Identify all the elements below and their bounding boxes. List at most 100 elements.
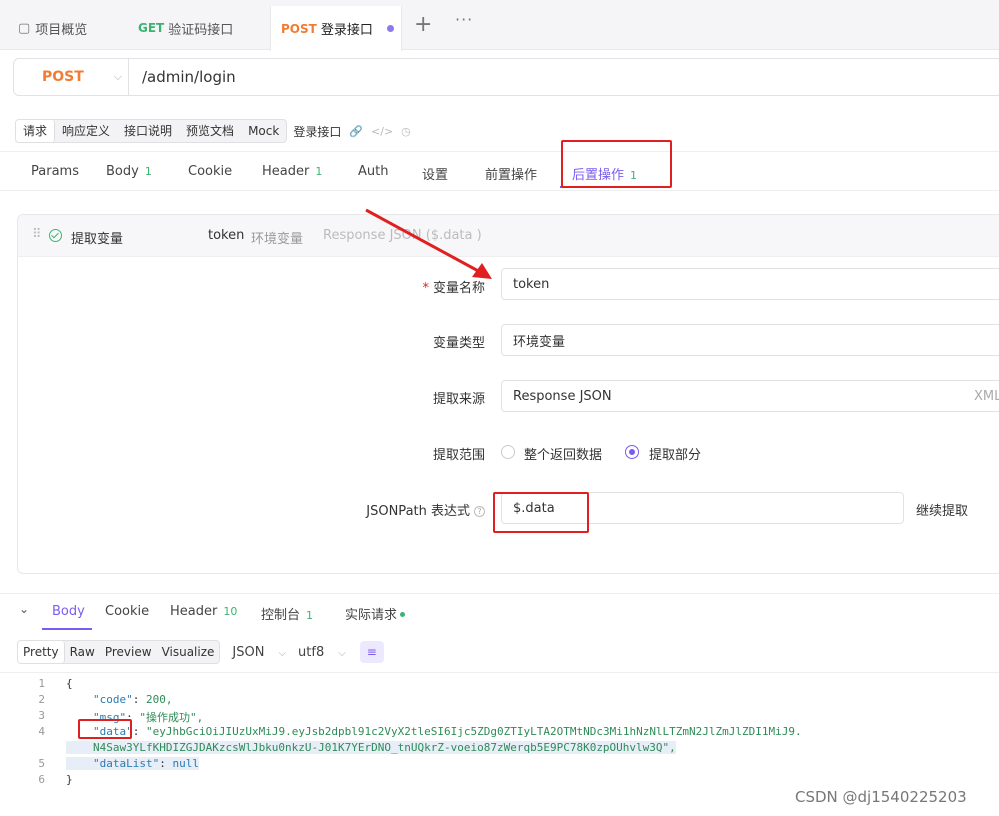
extract-panel-header[interactable]: ⠿ 提取变量 token 环境变量 Response JSON ($.data …: [18, 215, 999, 257]
subnav-api-doc[interactable]: 接口说明: [117, 120, 179, 142]
tab-pre-ops[interactable]: 前置操作: [485, 164, 537, 183]
scope-label: 提取范围: [432, 448, 485, 463]
drag-handle-icon[interactable]: ⠿: [32, 227, 42, 242]
tab-method: POST: [281, 21, 317, 36]
encoding-select[interactable]: utf8 ⌵: [298, 645, 346, 660]
code-line: {: [66, 677, 73, 690]
line-number: 2: [38, 693, 45, 706]
annotation-box-jsonpath: [493, 492, 589, 533]
tab-settings[interactable]: 设置: [422, 164, 448, 183]
code-line: "code": 200,: [93, 693, 173, 706]
tab-label: Auth: [358, 164, 389, 179]
json-key: "code": [93, 693, 133, 706]
tab-cookie[interactable]: Cookie: [188, 164, 232, 179]
subnav-request[interactable]: 请求: [16, 120, 56, 142]
chevron-down-icon: ⌵: [278, 647, 287, 659]
source-xml-option[interactable]: XML: [974, 389, 999, 404]
watermark: CSDN @dj1540225203: [795, 788, 967, 806]
tab-label: 前置操作: [485, 168, 538, 183]
mode-pretty[interactable]: Pretty: [18, 641, 65, 663]
scope-part-radio[interactable]: [625, 445, 639, 459]
resp-tab-cookie[interactable]: Cookie: [105, 604, 149, 619]
json-key: "dataList": [93, 757, 160, 770]
tab-captcha-api[interactable]: GET 验证码接口: [138, 6, 233, 50]
mode-visualize[interactable]: Visualize: [157, 641, 220, 663]
url-input[interactable]: /admin/login: [142, 68, 236, 86]
extract-type-summary: 环境变量: [251, 232, 304, 247]
sub-nav: 请求 响应定义 接口说明 预览文档 Mock 登录接口 🔗 </> ◷: [15, 119, 411, 143]
param-tabs: Params Body 1 Cookie Header 1 Auth 设置 前置操作…: [0, 151, 999, 191]
request-tab-bar: ▢ 项目概览 GET 验证码接口 POST 登录接口 + ···: [0, 0, 999, 51]
json-value: 200,: [146, 693, 173, 706]
code-line: "data": "eyJhbGciOiJIUzUxMiJ9.eyJsb2dpbl…: [93, 725, 802, 738]
tab-label: Body: [106, 164, 139, 179]
extract-var-summary: token: [208, 228, 245, 243]
chevron-down-icon: ⌵: [338, 647, 346, 659]
chevron-down-icon: ⌵: [113, 70, 123, 83]
response-format-toolbar: Pretty Raw Preview Visualize JSON ⌵ utf8 ⌵…: [17, 640, 384, 664]
jsonpath-label: JSONPath 表达式?: [318, 500, 485, 519]
help-icon[interactable]: ?: [474, 506, 485, 517]
line-number: 3: [38, 709, 45, 722]
view-mode-segment: Pretty Raw Preview Visualize: [17, 640, 221, 664]
tab-body[interactable]: Body 1: [106, 164, 152, 179]
subnav-preview-doc[interactable]: 预览文档: [179, 120, 241, 142]
scope-part-label[interactable]: 提取部分: [649, 444, 701, 463]
json-value: N4Saw3YLfKHDIZGJDAKzcsWlJbku0nkzU-J01K7Y…: [93, 741, 676, 754]
resp-tab-header[interactable]: Header 10: [170, 604, 237, 619]
tab-label: Header: [262, 164, 310, 179]
var-name-input[interactable]: token: [501, 268, 999, 300]
overview-icon: ▢: [18, 20, 31, 36]
resp-tab-actual-request[interactable]: 实际请求: [345, 604, 406, 623]
link-icon[interactable]: 🔗: [349, 125, 363, 138]
add-tab-icon[interactable]: +: [414, 12, 432, 37]
subnav-mock[interactable]: Mock: [241, 120, 286, 142]
tab-auth[interactable]: Auth: [358, 164, 388, 179]
format-type-select[interactable]: JSON ⌵: [232, 645, 286, 660]
tab-label: Header: [170, 604, 218, 619]
unsaved-dot-icon: [386, 25, 394, 32]
resp-tab-body[interactable]: Body: [52, 604, 85, 619]
resp-tab-console[interactable]: 控制台 1: [261, 604, 313, 623]
line-number: 5: [38, 757, 45, 770]
tab-label: 设置: [422, 168, 449, 183]
line-number: 1: [38, 677, 45, 690]
scope-all-radio[interactable]: [501, 445, 515, 459]
enabled-check-icon[interactable]: [49, 229, 62, 242]
code-line: "dataList": null: [66, 757, 199, 770]
label-text: JSONPath 表达式: [366, 504, 470, 519]
method-select[interactable]: POST ⌵: [14, 59, 129, 95]
subnav-response-def[interactable]: 响应定义: [55, 120, 117, 142]
tab-login-api[interactable]: POST 登录接口: [270, 6, 402, 51]
tab-label: Params: [31, 164, 79, 179]
sub-nav-segment: 请求 响应定义 接口说明 预览文档 Mock: [15, 119, 288, 143]
tab-count: 1: [144, 165, 152, 178]
api-name: 登录接口: [293, 124, 342, 139]
mode-preview[interactable]: Preview: [100, 641, 157, 663]
tab-label: Cookie: [188, 164, 233, 179]
code-icon[interactable]: </>: [371, 125, 393, 138]
mode-raw[interactable]: Raw: [65, 641, 100, 663]
json-value: null: [172, 757, 199, 770]
select-value: utf8: [298, 644, 325, 660]
continue-extract-label: 继续提取: [916, 504, 969, 519]
tab-header[interactable]: Header 1: [262, 164, 322, 179]
source-label: 提取来源: [432, 392, 485, 407]
tab-params[interactable]: Params: [31, 164, 79, 179]
method-value: POST: [42, 69, 84, 85]
code-line: N4Saw3YLfKHDIZGJDAKzcsWlJbku0nkzU-J01K7Y…: [66, 741, 676, 754]
annotation-arrow: [365, 208, 492, 279]
tab-project-overview[interactable]: ▢ 项目概览: [18, 6, 87, 50]
select-value: JSON: [232, 644, 265, 660]
wrap-lines-icon[interactable]: ≡: [359, 641, 384, 663]
source-select[interactable]: Response JSON XML: [501, 380, 999, 412]
tab-label: 项目概览: [35, 22, 88, 38]
json-value: "操作成功",: [139, 711, 204, 724]
var-type-select[interactable]: 环境变量: [501, 324, 999, 356]
more-icon[interactable]: ···: [455, 10, 473, 29]
tab-label: Body: [52, 604, 85, 619]
annotation-box-post-ops: [561, 140, 672, 188]
scope-all-label[interactable]: 整个返回数据: [524, 444, 602, 463]
history-icon[interactable]: ◷: [401, 125, 411, 138]
tab-count: 10: [223, 605, 238, 618]
